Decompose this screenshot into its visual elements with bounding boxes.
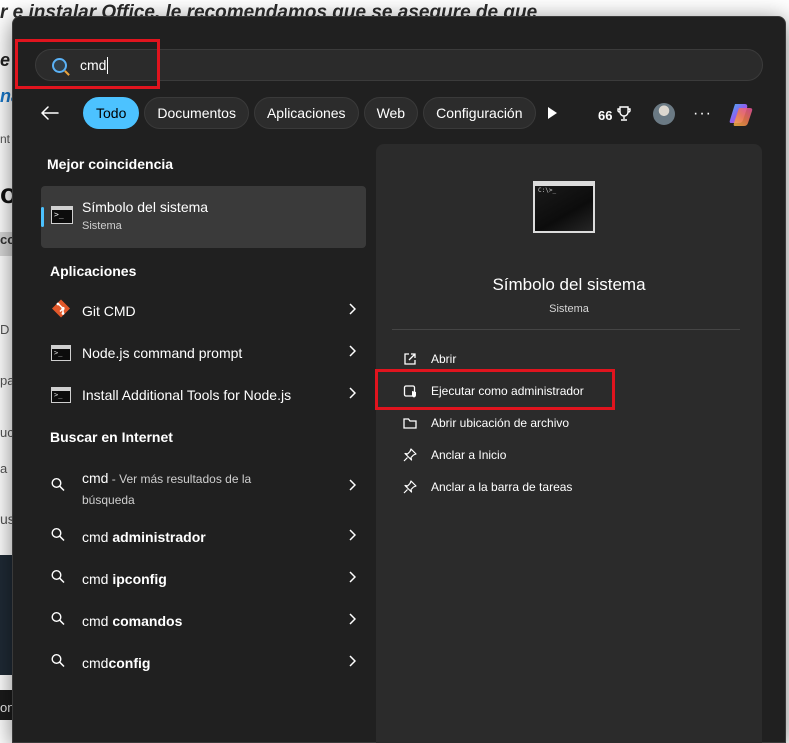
chevron-right-icon[interactable]	[348, 386, 357, 404]
tab-todo[interactable]: Todo	[83, 97, 140, 129]
more-options-icon[interactable]: ···	[693, 105, 712, 123]
web-result-label: cmd comandos	[82, 613, 182, 629]
action-anclar-barra-tareas[interactable]: Anclar a la barra de tareas	[402, 477, 572, 497]
open-external-icon	[402, 351, 418, 367]
action-anclar-inicio[interactable]: Anclar a Inicio	[402, 445, 506, 465]
web-result-cmd-ipconfig[interactable]: cmd ipconfig	[41, 559, 366, 599]
web-result-suffix-line2: búsqueda	[82, 493, 135, 507]
search-icon	[51, 569, 65, 589]
best-match-title: Símbolo del sistema	[82, 199, 209, 215]
search-icon	[51, 527, 65, 547]
background-dark-area	[0, 555, 12, 675]
chevron-right-icon[interactable]	[348, 302, 357, 320]
action-label: Abrir ubicación de archivo	[431, 416, 570, 430]
best-match-heading: Mejor coincidencia	[47, 156, 174, 172]
search-icon	[51, 653, 65, 673]
web-result-suffix: - Ver más resultados de la	[108, 472, 252, 486]
chevron-right-icon[interactable]	[348, 612, 357, 630]
preview-title: Símbolo del sistema	[492, 275, 646, 294]
preview-pane: C:\>_ Símbolo del sistema Sistema Abrir …	[376, 144, 762, 743]
play-more-filters-icon[interactable]	[546, 106, 558, 125]
filter-bar: Todo Documentos Aplicaciones Web Configu…	[37, 97, 541, 129]
app-result-nodejs-command-prompt[interactable]: Node.js command prompt	[41, 333, 366, 373]
web-result-plain: cmd	[82, 613, 113, 629]
tab-web[interactable]: Web	[363, 97, 419, 129]
trophy-icon	[617, 106, 632, 125]
web-result-plain: cmd	[82, 655, 109, 671]
background-text: nt	[0, 132, 11, 146]
web-result-bold: comandos	[112, 613, 183, 629]
background-text: a	[0, 461, 8, 476]
tab-documentos[interactable]: Documentos	[144, 97, 249, 129]
chevron-right-icon[interactable]	[348, 654, 357, 672]
cmd-icon	[51, 387, 71, 403]
pin-icon	[402, 447, 418, 463]
background-text: e	[0, 50, 11, 70]
chevron-right-icon[interactable]	[348, 528, 357, 546]
preview-subtitle: Sistema	[549, 303, 589, 315]
web-result-plain: cmd	[82, 529, 113, 545]
web-result-plain: cmd	[82, 571, 113, 587]
app-result-install-tools-nodejs[interactable]: Install Additional Tools for Node.js	[41, 375, 366, 415]
best-match-subtitle: Sistema	[82, 220, 122, 232]
search-icon	[51, 611, 65, 631]
web-result-bold: config	[108, 655, 151, 671]
cmd-icon	[51, 206, 73, 224]
copilot-icon[interactable]	[726, 100, 756, 130]
rewards-badge[interactable]: 66	[598, 106, 632, 125]
action-label: Anclar a la barra de tareas	[431, 480, 573, 494]
web-result-cmd[interactable]: cmd - Ver más resultados de la búsqueda	[41, 465, 366, 509]
web-result-cmdconfig[interactable]: cmdconfig	[41, 643, 366, 683]
pin-icon	[402, 479, 418, 495]
app-result-label: Node.js command prompt	[82, 345, 243, 361]
action-abrir[interactable]: Abrir	[402, 349, 456, 369]
annotation-highlight-admin	[375, 369, 615, 410]
best-match-command-prompt[interactable]: Símbolo del sistema Sistema	[41, 186, 366, 248]
chevron-right-icon[interactable]	[348, 344, 357, 362]
web-search-heading: Buscar en Internet	[50, 429, 173, 445]
back-arrow-icon[interactable]	[37, 100, 63, 126]
folder-icon	[402, 415, 418, 431]
search-icon	[51, 477, 65, 497]
background-text: D	[0, 322, 10, 337]
cmd-icon	[51, 345, 71, 361]
avatar[interactable]	[653, 103, 675, 125]
web-result-cmd-comandos[interactable]: cmd comandos	[41, 601, 366, 641]
web-result-label: cmd administrador	[82, 529, 206, 545]
selection-indicator	[41, 207, 44, 227]
web-result-bold: ipconfig	[112, 571, 167, 587]
tab-aplicaciones[interactable]: Aplicaciones	[253, 97, 359, 129]
web-result-cmd-administrador[interactable]: cmd administrador	[41, 517, 366, 557]
divider	[392, 329, 740, 330]
apps-heading: Aplicaciones	[50, 263, 137, 279]
action-label: Abrir	[431, 352, 457, 366]
command-prompt-app-icon: C:\>_	[533, 181, 595, 233]
web-result-term: cmd	[82, 470, 109, 486]
app-result-label: Git CMD	[82, 303, 136, 319]
app-result-git-cmd[interactable]: Git CMD	[41, 291, 366, 331]
app-result-label: Install Additional Tools for Node.js	[82, 387, 292, 403]
action-label: Anclar a Inicio	[431, 448, 507, 462]
tab-configuracion[interactable]: Configuración	[423, 97, 536, 129]
background-text: co	[0, 232, 12, 256]
rewards-points: 66	[598, 108, 613, 123]
git-icon	[51, 299, 71, 324]
web-result-label: cmd - Ver más resultados de la búsqueda	[82, 468, 251, 510]
web-result-label: cmdconfig	[82, 655, 150, 671]
action-abrir-ubicacion[interactable]: Abrir ubicación de archivo	[402, 413, 569, 433]
web-result-label: cmd ipconfig	[82, 571, 167, 587]
chevron-right-icon[interactable]	[348, 570, 357, 588]
web-result-bold: administrador	[112, 529, 206, 545]
annotation-highlight-search	[15, 39, 160, 89]
chevron-right-icon[interactable]	[348, 478, 357, 496]
